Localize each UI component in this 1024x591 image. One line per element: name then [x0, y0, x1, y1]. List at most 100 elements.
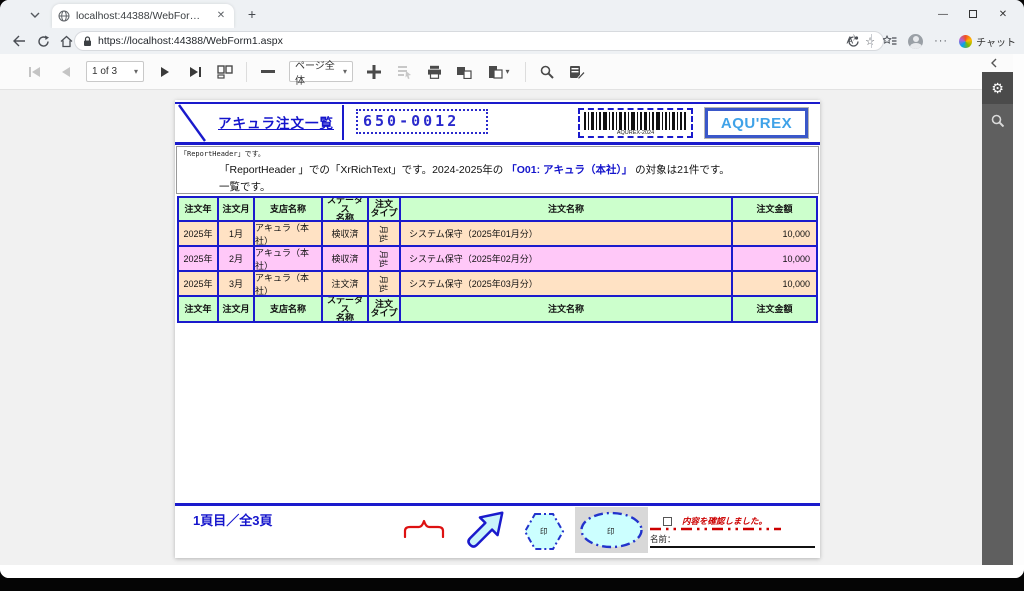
page-number-label: 1頁目／全3頁	[193, 510, 272, 529]
postal-code: 650-0012	[356, 109, 488, 134]
header-cell: 注文 タイプ	[369, 198, 401, 220]
address-bar[interactable]: https://localhost:44388/WebForm1.aspx A)…	[74, 31, 884, 51]
header-cell: 注文 タイプ	[369, 297, 401, 321]
diagonal-line	[178, 104, 206, 142]
header-cell: 注文金額	[733, 198, 816, 220]
collections-icon[interactable]	[883, 35, 897, 47]
red-brace-shape	[403, 517, 447, 538]
header-cell: 注文月	[219, 198, 255, 220]
magnifier-icon	[991, 114, 1004, 127]
gear-icon: ⚙	[991, 80, 1004, 97]
first-page-icon[interactable]	[23, 60, 47, 84]
page-selector[interactable]: 1 of 3▾	[86, 61, 144, 82]
table-row: 2025年 1月 アキュラ（本社） 検収済 月払 システム保守（2025年01月…	[179, 222, 816, 247]
new-tab-button[interactable]: +	[244, 6, 260, 22]
cell-status: 注文済	[323, 272, 369, 295]
header-cell: 支店名称	[255, 198, 323, 220]
lock-icon	[83, 36, 92, 47]
cell-branch: アキュラ（本社）	[255, 247, 323, 270]
next-page-icon[interactable]	[153, 60, 177, 84]
export-dropdown-icon[interactable]: ▾	[482, 60, 516, 84]
minimize-button[interactable]: —	[928, 4, 958, 24]
zoom-selector[interactable]: ページ全体▾	[289, 61, 353, 82]
highlight-fields-icon[interactable]	[392, 60, 416, 84]
url-text: https://localhost:44388/WebForm1.aspx	[98, 35, 846, 47]
confirm-checkbox[interactable]	[663, 517, 672, 526]
cell-branch: アキュラ（本社）	[255, 272, 323, 295]
cell-month: 1月	[219, 222, 255, 245]
print-page-icon[interactable]	[452, 60, 476, 84]
search-tab[interactable]	[982, 104, 1013, 136]
cell-amount: 10,000	[733, 222, 816, 245]
header-cell: 支店名称	[255, 297, 323, 321]
cell-name: システム保守（2025年03月分）	[401, 272, 733, 295]
cell-name: システム保守（2025年02月分）	[401, 247, 733, 270]
panel-collapse-icon[interactable]	[990, 58, 998, 68]
table-footer-header-row: 注文年 注文月 支店名称 ステータス 名称 注文 タイプ 注文名称 注文金額	[179, 297, 816, 321]
edit-document-icon[interactable]	[565, 60, 589, 84]
header-cell: ステータス 名称	[323, 198, 369, 220]
copilot-icon	[959, 35, 972, 48]
header-cell: ステータス 名称	[323, 297, 369, 321]
report-title: アキュラ注文一覧	[207, 112, 345, 132]
barcode: AQUREX-2024	[578, 108, 693, 138]
red-dashdot-line	[650, 527, 781, 531]
profile-avatar[interactable]	[908, 34, 923, 49]
arrow-shape	[462, 507, 508, 553]
header-cell: 注文金額	[733, 297, 816, 321]
page-scrollbar[interactable]	[1013, 54, 1024, 565]
richtext-highlight: 「O01: アキュラ（本社）」	[506, 164, 632, 176]
last-page-icon[interactable]	[183, 60, 207, 84]
search-icon[interactable]	[535, 60, 559, 84]
multipage-view-icon[interactable]	[213, 60, 237, 84]
name-label: 名前：	[650, 533, 676, 545]
cell-branch: アキュラ（本社）	[255, 222, 323, 245]
ellipse-stamp-text: 印	[607, 526, 615, 537]
header-cell: 注文年	[179, 198, 219, 220]
navigation-bar: https://localhost:44388/WebForm1.aspx A)…	[0, 28, 1024, 54]
more-options-icon[interactable]: ···	[934, 35, 948, 47]
header-top-rule	[175, 102, 820, 104]
close-button[interactable]: ✕	[988, 4, 1018, 24]
browser-actions: ··· チャット	[847, 31, 1016, 51]
barcode-label: AQUREX-2024	[580, 130, 691, 136]
tab-title: localhost:44388/WebForm1.aspx	[76, 10, 208, 22]
window-controls: — ✕	[928, 4, 1018, 24]
cell-amount: 10,000	[733, 247, 816, 270]
viewer-toolbar: 1 of 3▾ ページ全体▾	[0, 54, 1013, 90]
viewer-area: アキュラ注文一覧 650-0012 AQUREX-2024 AQU'REX 「R…	[0, 90, 1013, 565]
copilot-button[interactable]: チャット	[959, 34, 1016, 49]
cell-type: 月払	[369, 247, 401, 270]
zoom-out-icon[interactable]	[256, 60, 280, 84]
browser-window: localhost:44388/WebForm1.aspx ✕ + — ✕	[0, 0, 1024, 578]
zoom-in-icon[interactable]	[362, 60, 386, 84]
tab-search-chevron-icon[interactable]	[26, 7, 44, 23]
header-cell: 注文名称	[401, 297, 733, 321]
settings-tab[interactable]: ⚙	[982, 72, 1013, 104]
confirm-text: 内容を確認しました。	[682, 515, 767, 527]
viewer-side-panel: ⚙	[982, 72, 1013, 565]
previous-page-icon[interactable]	[53, 60, 77, 84]
cell-year: 2025年	[179, 247, 219, 270]
logo-text: AQU'REX	[721, 115, 792, 132]
home-icon[interactable]	[57, 32, 75, 50]
cell-year: 2025年	[179, 222, 219, 245]
maximize-button[interactable]	[958, 4, 988, 24]
browser-tab[interactable]: localhost:44388/WebForm1.aspx ✕	[52, 4, 234, 28]
richtext-line3: 一覧です。	[219, 179, 270, 194]
refresh-icon[interactable]	[34, 32, 52, 50]
table-row: 2025年 3月 アキュラ（本社） 注文済 月払 システム保守（2025年03月…	[179, 272, 816, 297]
cell-month: 3月	[219, 272, 255, 295]
hexagon-stamp-text: 印	[540, 526, 548, 537]
header-bottom-rule	[175, 142, 820, 145]
back-icon[interactable]	[10, 32, 28, 50]
richtext-line2: 「ReportHeader 」での「XrRichText」です。2024-202…	[219, 162, 730, 177]
company-logo: AQU'REX	[705, 108, 808, 138]
tab-close-icon[interactable]: ✕	[214, 9, 228, 23]
print-icon[interactable]	[422, 60, 446, 84]
cell-name: システム保守（2025年01月分）	[401, 222, 733, 245]
name-underline	[650, 546, 815, 548]
tab-strip: localhost:44388/WebForm1.aspx ✕ + — ✕	[0, 0, 1024, 28]
cell-year: 2025年	[179, 272, 219, 295]
extensions-icon[interactable]	[847, 35, 860, 48]
